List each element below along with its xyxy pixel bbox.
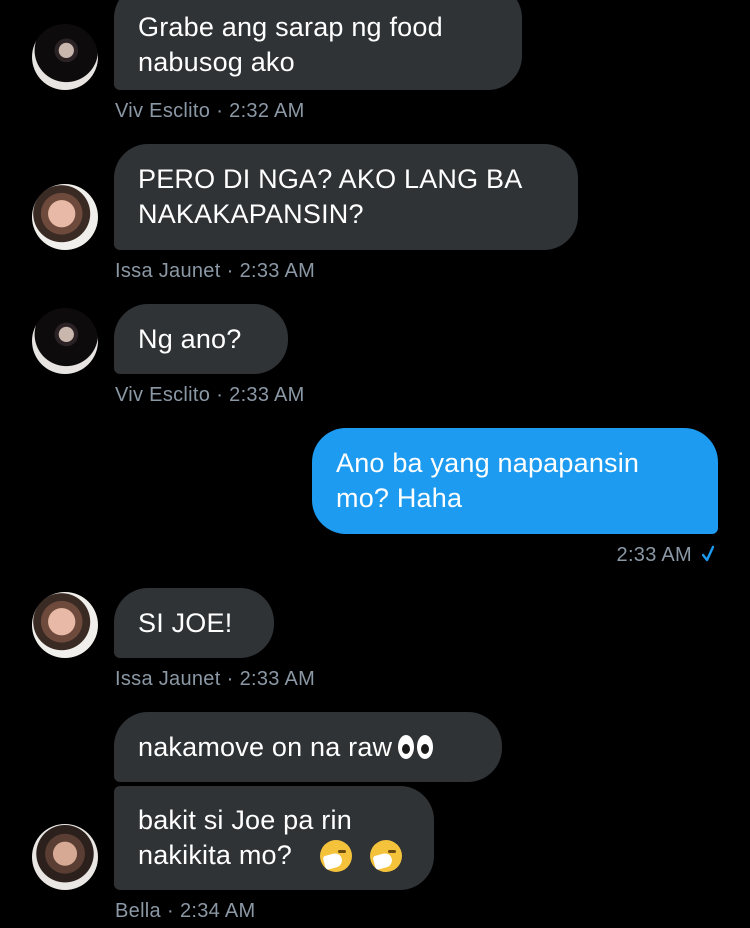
avatar-issa-jaunet[interactable] bbox=[32, 184, 98, 250]
message-bubble[interactable]: Grabe ang sarap ng food nabusog ako bbox=[114, 0, 522, 90]
message-bubble[interactable]: nakamove on na raw bbox=[114, 712, 502, 782]
sneezing-face-icon bbox=[320, 840, 352, 872]
sender-name[interactable]: Viv Esclito bbox=[115, 100, 210, 122]
message-meta: Viv Esclito · 2:32 AM bbox=[115, 100, 305, 123]
separator: · bbox=[216, 384, 224, 406]
message-bubble[interactable]: bakit si Joe pa rin nakikita mo? bbox=[114, 786, 434, 890]
separator: · bbox=[166, 900, 174, 922]
message-text: Grabe ang sarap ng food nabusog ako bbox=[138, 12, 443, 77]
avatar-viv-esclito[interactable] bbox=[32, 308, 98, 374]
sneezing-face-icon bbox=[370, 840, 402, 872]
message-bubble[interactable]: Ng ano? bbox=[114, 304, 288, 374]
timestamp: 2:34 AM bbox=[179, 900, 256, 922]
check-icon bbox=[702, 545, 714, 562]
separator: · bbox=[226, 668, 234, 690]
message-meta: Viv Esclito · 2:33 AM bbox=[115, 384, 305, 407]
timestamp: 2:33 AM bbox=[616, 544, 692, 566]
message-meta: 2:33 AM bbox=[617, 544, 714, 567]
message-thread[interactable]: Grabe ang sarap ng food nabusog ako Viv … bbox=[0, 0, 750, 928]
outgoing-message-bubble[interactable]: Ano ba yang napapansin mo? Haha bbox=[312, 428, 718, 534]
separator: · bbox=[226, 260, 234, 282]
separator: · bbox=[216, 100, 224, 122]
avatar-bella[interactable] bbox=[32, 824, 98, 890]
message-text: nakamove on na raw bbox=[138, 731, 393, 762]
timestamp: 2:32 AM bbox=[229, 100, 305, 122]
message-text: PERO DI NGA? AKO LANG BA NAKAKAPANSIN? bbox=[138, 164, 523, 229]
sender-name[interactable]: Issa Jaunet bbox=[115, 668, 221, 690]
message-bubble[interactable]: SI JOE! bbox=[114, 588, 274, 658]
sender-name[interactable]: Bella bbox=[115, 900, 161, 922]
message-text: Ng ano? bbox=[138, 323, 242, 354]
sender-name[interactable]: Issa Jaunet bbox=[115, 260, 221, 282]
sender-name[interactable]: Viv Esclito bbox=[115, 384, 210, 406]
eyes-icon bbox=[398, 735, 434, 759]
timestamp: 2:33 AM bbox=[239, 668, 316, 690]
timestamp: 2:33 AM bbox=[239, 260, 316, 282]
message-text: Ano ba yang napapansin mo? Haha bbox=[336, 448, 640, 513]
avatar-issa-jaunet[interactable] bbox=[32, 592, 98, 658]
message-text: SI JOE! bbox=[138, 607, 233, 638]
avatar-viv-esclito[interactable] bbox=[32, 24, 98, 90]
timestamp: 2:33 AM bbox=[229, 384, 305, 406]
message-meta: Issa Jaunet · 2:33 AM bbox=[115, 260, 315, 283]
message-meta: Bella · 2:34 AM bbox=[115, 900, 255, 923]
message-text: bakit si Joe pa rin nakikita mo? bbox=[138, 805, 352, 870]
message-bubble[interactable]: PERO DI NGA? AKO LANG BA NAKAKAPANSIN? bbox=[114, 144, 578, 250]
message-meta: Issa Jaunet · 2:33 AM bbox=[115, 668, 315, 691]
